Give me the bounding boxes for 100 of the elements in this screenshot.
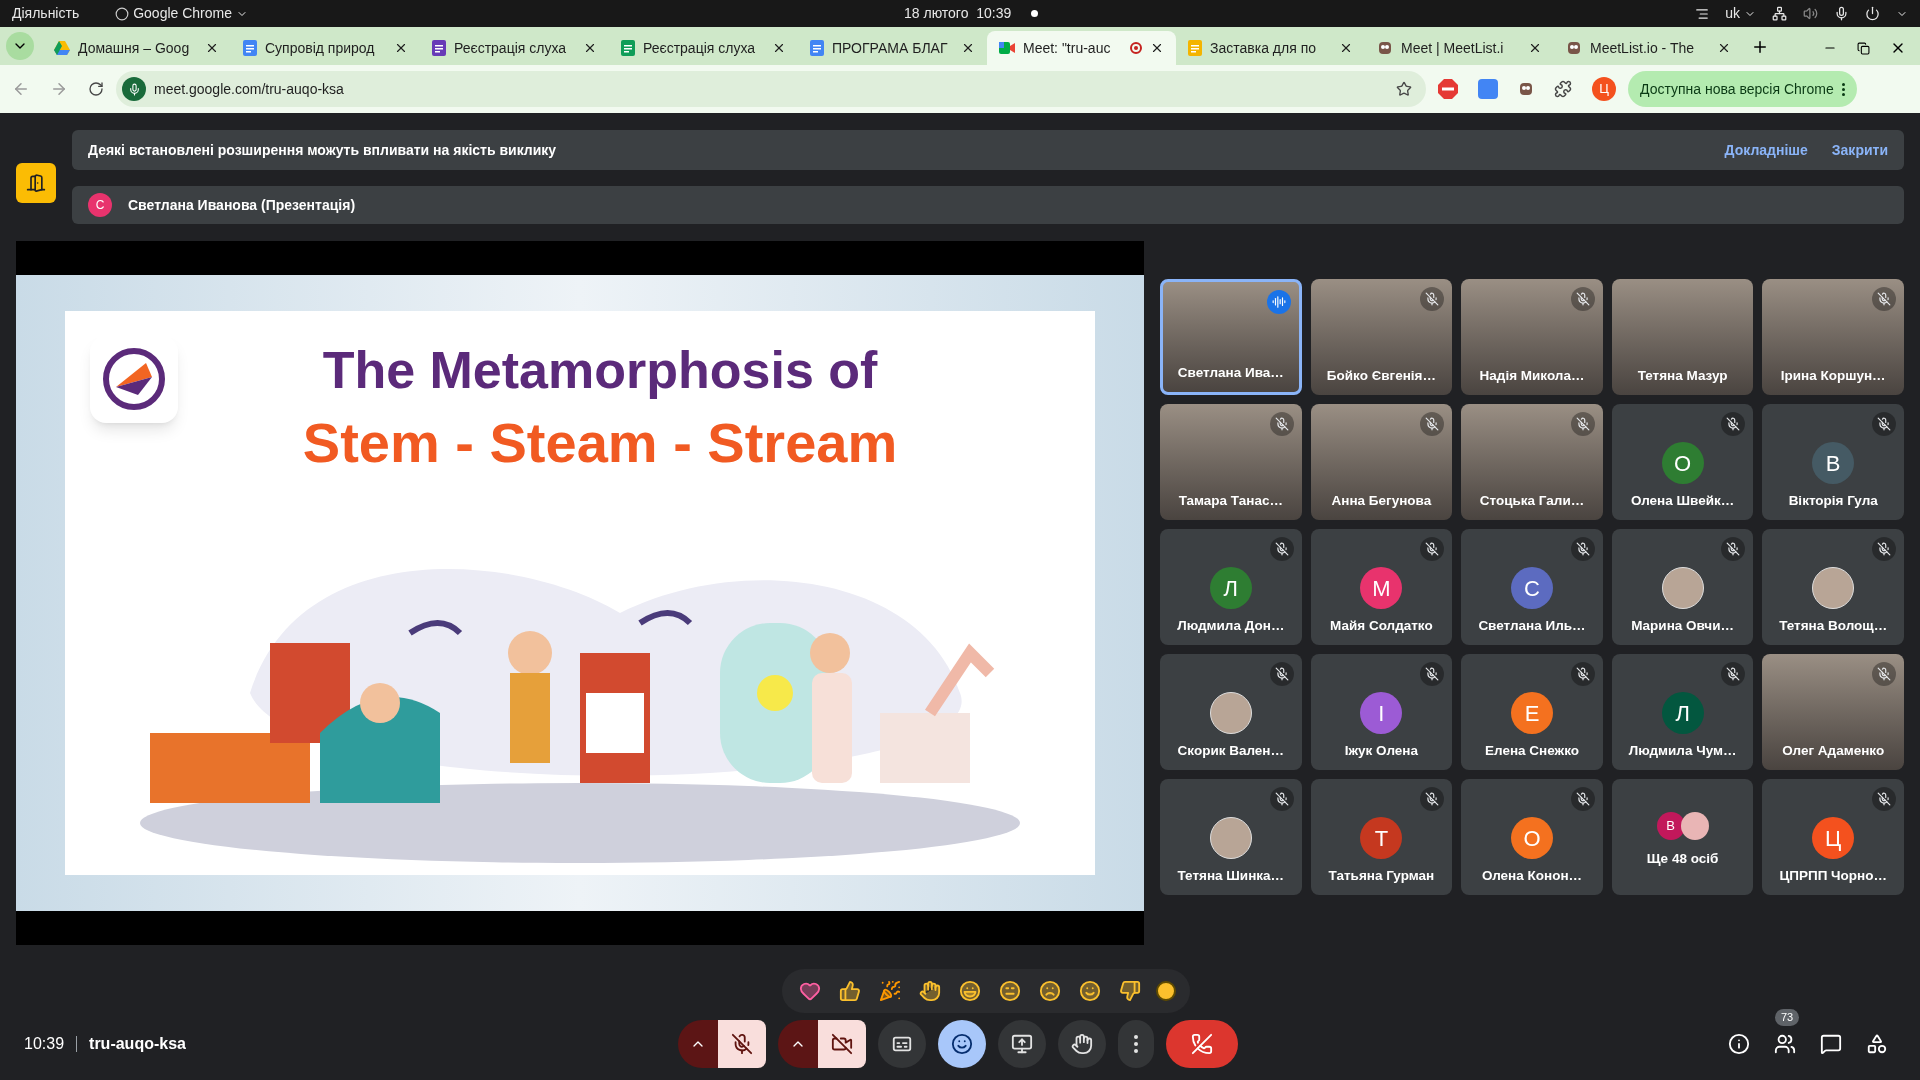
microphone-button[interactable]: [718, 1020, 766, 1068]
close-icon[interactable]: [772, 41, 786, 55]
participant-name: Тамара Танас…: [1177, 491, 1284, 510]
close-icon[interactable]: [1339, 41, 1353, 55]
extensions-icon[interactable]: [1554, 80, 1572, 98]
close-icon[interactable]: [205, 41, 219, 55]
participant-name: Скорик Вален…: [1176, 741, 1285, 760]
browser-tab[interactable]: Meet | MeetList.i: [1365, 31, 1554, 65]
people-icon[interactable]: [1774, 1033, 1796, 1055]
logo-icon: [90, 335, 178, 423]
presenter-avatar: С: [88, 193, 112, 217]
browser-tab[interactable]: Meet: "tru-auc: [987, 31, 1176, 65]
stop-sign-icon[interactable]: [1438, 79, 1458, 99]
avatar-initial: І: [1360, 692, 1403, 734]
captions-button[interactable]: [878, 1020, 926, 1068]
owl-icon: [1566, 40, 1582, 56]
participant-name: Ірина Коршун…: [1779, 366, 1887, 385]
clapping-hands-icon: [919, 980, 941, 1002]
browser-tab[interactable]: ПРОГРАМА БЛАГ: [798, 31, 987, 65]
restore-icon[interactable]: [1857, 41, 1870, 55]
avatar-initial: Л: [1661, 692, 1704, 734]
document-icon: [1188, 40, 1202, 56]
close-icon[interactable]: [394, 41, 408, 55]
browser-tab[interactable]: Супровід природ: [231, 31, 420, 65]
close-icon[interactable]: [1717, 41, 1731, 55]
power-icon: [1865, 6, 1880, 21]
owl-icon: [1377, 40, 1393, 56]
activities-icon[interactable]: [16, 163, 56, 203]
more-icon: [1134, 1035, 1138, 1053]
close-icon[interactable]: [1528, 41, 1542, 55]
avatar-initial: С: [1511, 567, 1553, 609]
raise-hand-button[interactable]: [1058, 1020, 1106, 1068]
tab-search-button[interactable]: [6, 32, 34, 60]
more-button[interactable]: [1118, 1020, 1154, 1068]
end-call-button[interactable]: [1166, 1020, 1238, 1068]
participant-name: Майя Солдатко: [1329, 616, 1434, 635]
participant-name: Людмила Дон…: [1176, 616, 1286, 635]
close-icon[interactable]: [583, 41, 597, 55]
avatar-photo-placeholder: [1661, 567, 1704, 609]
document-icon: [621, 40, 635, 56]
avatar-initial: Ц: [1812, 817, 1855, 859]
forward-icon[interactable]: [50, 80, 68, 98]
document-icon: [810, 40, 824, 56]
close-icon[interactable]: [961, 41, 975, 55]
more-participants-label[interactable]: Ще 48 осіб: [1611, 849, 1754, 870]
participant-name: Анна Бегунова: [1330, 491, 1433, 510]
clock[interactable]: 18 лютого 10:39: [904, 3, 1012, 24]
hand-icon: [1071, 1033, 1093, 1055]
present-button[interactable]: [998, 1020, 1046, 1068]
avatar-initial: Л: [1209, 567, 1252, 609]
close-icon[interactable]: [1150, 41, 1164, 55]
avatar-photo-placeholder: [1209, 692, 1252, 734]
app-menu[interactable]: Google Chrome: [115, 3, 248, 24]
browser-tab[interactable]: Реєстрація слуха: [420, 31, 609, 65]
party-popper-icon: [879, 980, 901, 1002]
network-icon: [1772, 6, 1787, 21]
reactions-button[interactable]: [938, 1020, 986, 1068]
reload-icon[interactable]: [88, 81, 104, 97]
avatar-initial: М: [1360, 567, 1403, 609]
avatar-photo-placeholder: [1209, 817, 1252, 859]
avatar-initial: О: [1661, 442, 1704, 484]
language-indicator[interactable]: uk: [1725, 3, 1756, 24]
address-field[interactable]: meet.google.com/tru-auqo-ksa: [116, 71, 1426, 107]
back-icon[interactable]: [12, 80, 30, 98]
camera-button[interactable]: [818, 1020, 866, 1068]
participant-name: Светлана Ива…: [1176, 363, 1285, 382]
browser-tab[interactable]: Домашня – Goog: [42, 31, 231, 65]
thumbs-up-icon: [839, 980, 861, 1002]
microphone-off-icon: [731, 1033, 753, 1055]
url-text: meet.google.com/tru-auqo-ksa: [154, 79, 344, 99]
browser-tab[interactable]: Заставка для по: [1176, 31, 1365, 65]
avatar-photo-placeholder: [1680, 812, 1709, 840]
banner-link[interactable]: Закрити: [1831, 139, 1888, 161]
activities-icon[interactable]: [1866, 1033, 1888, 1055]
presenter-label: Светлана Иванова (Презентація): [128, 195, 356, 215]
participant-name: Тетяна Мазур: [1636, 366, 1729, 385]
present-icon: [1011, 1033, 1033, 1055]
info-icon[interactable]: [1728, 1033, 1750, 1055]
participant-name: Тетяна Шинка…: [1176, 866, 1286, 885]
more-icon: [1841, 82, 1845, 96]
bookmark-star-icon[interactable]: [1396, 81, 1412, 97]
camera-off-icon: [831, 1033, 853, 1055]
browser-tab[interactable]: MeetList.io - The: [1554, 31, 1743, 65]
smiley-icon: [951, 1033, 973, 1055]
update-chrome-button[interactable]: Доступна нова версія Chrome: [1628, 71, 1857, 107]
participant-name: Стоцька Гали…: [1478, 491, 1586, 510]
new-tab-icon[interactable]: [1751, 38, 1769, 56]
owl-icon: [1518, 81, 1534, 97]
thumbs-down-icon: [1119, 980, 1141, 1002]
slide-title: The Metamorphosis of: [322, 340, 878, 401]
activities-button[interactable]: Діяльність: [12, 3, 80, 24]
language-code: uk: [1725, 4, 1740, 23]
chat-icon[interactable]: [1820, 1033, 1842, 1055]
browser-tab[interactable]: Реєстрація слуха: [609, 31, 798, 65]
participant-name: Марина Овчи…: [1630, 616, 1735, 635]
avatar-initial: В: [1812, 442, 1855, 484]
participant-name: Тетяна Волощ…: [1778, 616, 1889, 635]
participant-name: ЦПРПП Чорно…: [1778, 866, 1888, 885]
phone-icon: [1191, 1033, 1213, 1055]
banner-link[interactable]: Докладніше: [1724, 139, 1808, 161]
